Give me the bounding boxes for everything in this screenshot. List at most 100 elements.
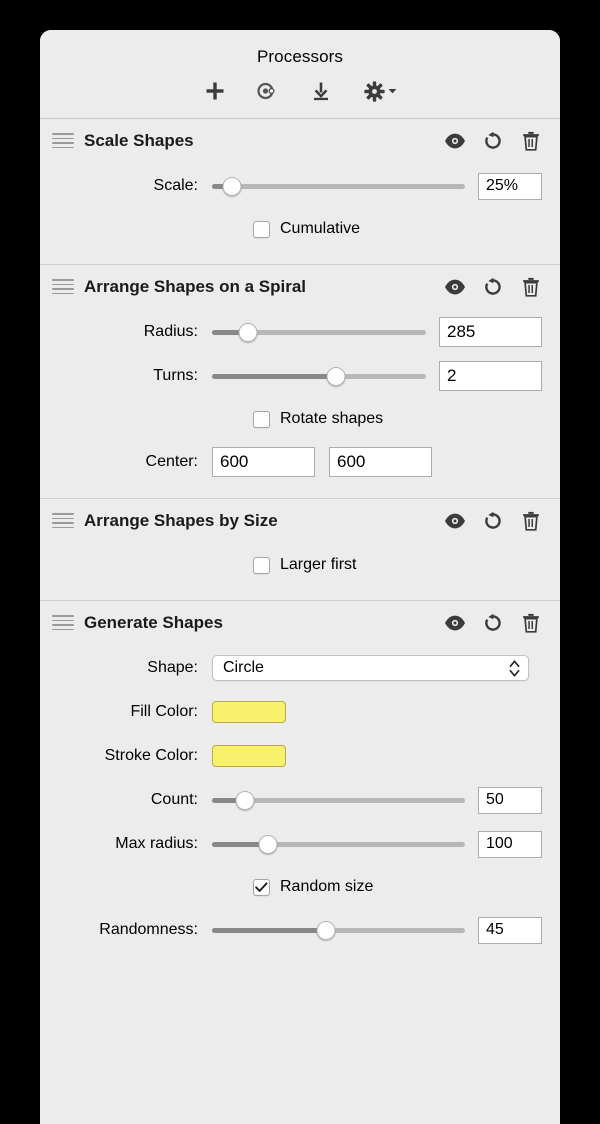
reset-icon <box>485 613 501 631</box>
delete-button[interactable] <box>520 130 542 152</box>
max-radius-label: Max radius: <box>115 835 198 852</box>
slider-fill <box>212 373 337 379</box>
cumulative-label: Cumulative <box>280 220 361 237</box>
turns-slider[interactable] <box>212 365 426 387</box>
section-body: Larger first <box>40 542 560 600</box>
radius-row: Radius: 285 <box>40 310 560 354</box>
add-processor-button[interactable] <box>200 76 230 106</box>
rotate-shapes-checkbox[interactable] <box>253 410 270 428</box>
stroke-color-swatch[interactable] <box>212 745 286 767</box>
section-header: Scale Shapes <box>40 119 560 162</box>
slider-thumb[interactable] <box>326 366 346 386</box>
slider-thumb[interactable] <box>258 834 278 854</box>
reset-icon <box>485 131 501 149</box>
slider-thumb[interactable] <box>316 920 336 940</box>
trash-icon <box>523 277 539 297</box>
drag-handle-icon[interactable] <box>52 278 74 296</box>
eye-icon <box>445 279 465 294</box>
scale-label: Scale: <box>153 177 198 194</box>
section-header: Arrange Shapes on a Spiral <box>40 265 560 308</box>
eye-icon <box>445 615 465 630</box>
max-radius-value-field[interactable]: 100 <box>478 830 542 858</box>
randomness-slider[interactable] <box>212 919 465 941</box>
randomness-value-field[interactable]: 45 <box>478 916 542 944</box>
download-button[interactable] <box>306 76 336 106</box>
fill-color-row: Fill Color: <box>40 690 560 734</box>
visibility-toggle-button[interactable] <box>444 510 466 532</box>
reset-button[interactable] <box>482 510 504 532</box>
center-x-field[interactable]: 600 <box>212 447 315 477</box>
processor-section-generate-shapes: Generate Shapes Shape: Circle Fill Color… <box>40 601 560 966</box>
section-body: Scale: 25% Cumulative <box>40 162 560 264</box>
max-radius-slider[interactable] <box>212 833 465 855</box>
count-label: Count: <box>150 791 198 808</box>
panel-toolbar <box>40 76 560 106</box>
fill-color-swatch[interactable] <box>212 701 286 723</box>
duplicate-icon <box>256 82 274 100</box>
visibility-toggle-button[interactable] <box>444 276 466 298</box>
visibility-toggle-button[interactable] <box>444 130 466 152</box>
trash-icon <box>523 613 539 633</box>
slider-fill <box>212 927 326 933</box>
random-size-checkbox[interactable] <box>253 878 270 896</box>
reset-button[interactable] <box>482 612 504 634</box>
section-actions <box>444 612 542 634</box>
delete-button[interactable] <box>520 510 542 532</box>
random-size-label: Random size <box>280 878 374 895</box>
center-label: Center: <box>145 453 198 470</box>
center-y-field[interactable]: 600 <box>329 447 432 477</box>
shape-select[interactable]: Circle <box>212 655 529 681</box>
randomness-row: Randomness: 45 <box>40 908 560 952</box>
fill-color-label: Fill Color: <box>130 703 198 720</box>
section-title: Generate Shapes <box>84 612 223 632</box>
count-row: Count: 50 <box>40 778 560 822</box>
reset-button[interactable] <box>482 130 504 152</box>
section-title: Arrange Shapes by Size <box>84 510 278 530</box>
radius-slider[interactable] <box>212 321 426 343</box>
larger-first-label: Larger first <box>280 556 357 573</box>
max-radius-row: Max radius: 100 <box>40 822 560 866</box>
reset-icon <box>485 511 501 529</box>
scale-value-field[interactable]: 25% <box>478 172 542 200</box>
turns-value-field[interactable]: 2 <box>439 361 542 391</box>
trash-icon <box>523 131 539 151</box>
radius-value-field[interactable]: 285 <box>439 317 542 347</box>
larger-first-row[interactable]: Larger first <box>40 544 560 586</box>
slider-thumb[interactable] <box>235 790 255 810</box>
chevron-updown-icon <box>509 659 520 677</box>
slider-thumb[interactable] <box>238 322 258 342</box>
drag-handle-icon[interactable] <box>52 132 74 150</box>
drag-handle-icon[interactable] <box>52 512 74 530</box>
download-icon <box>313 82 328 101</box>
section-actions <box>444 510 542 532</box>
processors-panel: Processors Scale Shapes Scale: 25% Cumul… <box>40 30 560 1124</box>
random-size-row[interactable]: Random size <box>40 866 560 908</box>
shape-label: Shape: <box>147 659 198 676</box>
gear-icon <box>363 80 385 102</box>
settings-menu-button[interactable] <box>359 76 401 106</box>
stroke-color-row: Stroke Color: <box>40 734 560 778</box>
eye-icon <box>445 133 465 148</box>
larger-first-checkbox[interactable] <box>253 556 270 574</box>
center-row: Center: 600 600 <box>40 440 560 484</box>
visibility-toggle-button[interactable] <box>444 612 466 634</box>
duplicate-processor-button[interactable] <box>253 76 283 106</box>
rotate-shapes-row[interactable]: Rotate shapes <box>40 398 560 440</box>
reset-icon <box>485 277 501 295</box>
scale-slider[interactable] <box>212 175 465 197</box>
count-slider[interactable] <box>212 789 465 811</box>
stroke-color-label: Stroke Color: <box>104 747 198 764</box>
radius-label: Radius: <box>143 323 198 340</box>
delete-button[interactable] <box>520 276 542 298</box>
page-title: Processors <box>256 47 344 66</box>
slider-thumb[interactable] <box>222 176 242 196</box>
shape-row: Shape: Circle <box>40 646 560 690</box>
drag-handle-icon[interactable] <box>52 614 74 632</box>
section-header: Generate Shapes <box>40 601 560 644</box>
processor-section-scale-shapes: Scale Shapes Scale: 25% Cumulative <box>40 119 560 265</box>
delete-button[interactable] <box>520 612 542 634</box>
cumulative-row[interactable]: Cumulative <box>40 208 560 250</box>
cumulative-checkbox[interactable] <box>253 220 270 238</box>
count-value-field[interactable]: 50 <box>478 786 542 814</box>
reset-button[interactable] <box>482 276 504 298</box>
